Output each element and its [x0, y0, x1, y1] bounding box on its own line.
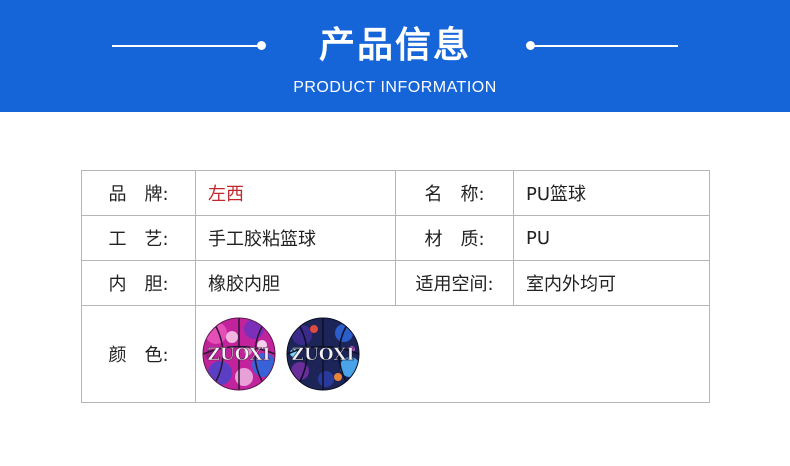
brand-value: 左西	[195, 170, 396, 216]
table-row: 工 艺: 手工胶粘篮球 材 质: PU	[81, 215, 710, 261]
product-name-value: PU篮球	[513, 170, 710, 216]
color-label: 颜 色:	[81, 305, 196, 403]
material-label: 材 质:	[395, 215, 514, 261]
header-banner: 产品信息 PRODUCT INFORMATION	[0, 0, 790, 112]
craft-value: 手工胶粘篮球	[195, 215, 396, 261]
spec-table: 品 牌: 左西 名 称: PU篮球 工 艺: 手工胶粘篮球 材 质: PU 内 …	[81, 170, 710, 403]
usage-space-label: 适用空间:	[395, 260, 514, 306]
table-row: 内 胆: 橡胶内胆 适用空间: 室内外均可	[81, 260, 710, 306]
color-swatch-cell: ZUOXI ZUOXI	[195, 305, 710, 403]
basketball-pink-image: ZUOXI	[202, 317, 276, 391]
brand-label: 品 牌:	[81, 170, 196, 216]
basketball-navy-image: ZUOXI	[286, 317, 360, 391]
product-name-label: 名 称:	[395, 170, 514, 216]
ball-lettering: ZUOXI	[292, 345, 355, 365]
table-row: 颜 色: ZUOXI ZUOXI	[81, 305, 710, 403]
material-value: PU	[513, 215, 710, 261]
bladder-value: 橡胶内胆	[195, 260, 396, 306]
ball-lettering: ZUOXI	[208, 345, 271, 365]
bladder-label: 内 胆:	[81, 260, 196, 306]
decorative-line-right	[530, 45, 678, 47]
table-row: 品 牌: 左西 名 称: PU篮球	[81, 170, 710, 216]
usage-space-value: 室内外均可	[513, 260, 710, 306]
craft-label: 工 艺:	[81, 215, 196, 261]
page-subtitle: PRODUCT INFORMATION	[293, 79, 497, 96]
